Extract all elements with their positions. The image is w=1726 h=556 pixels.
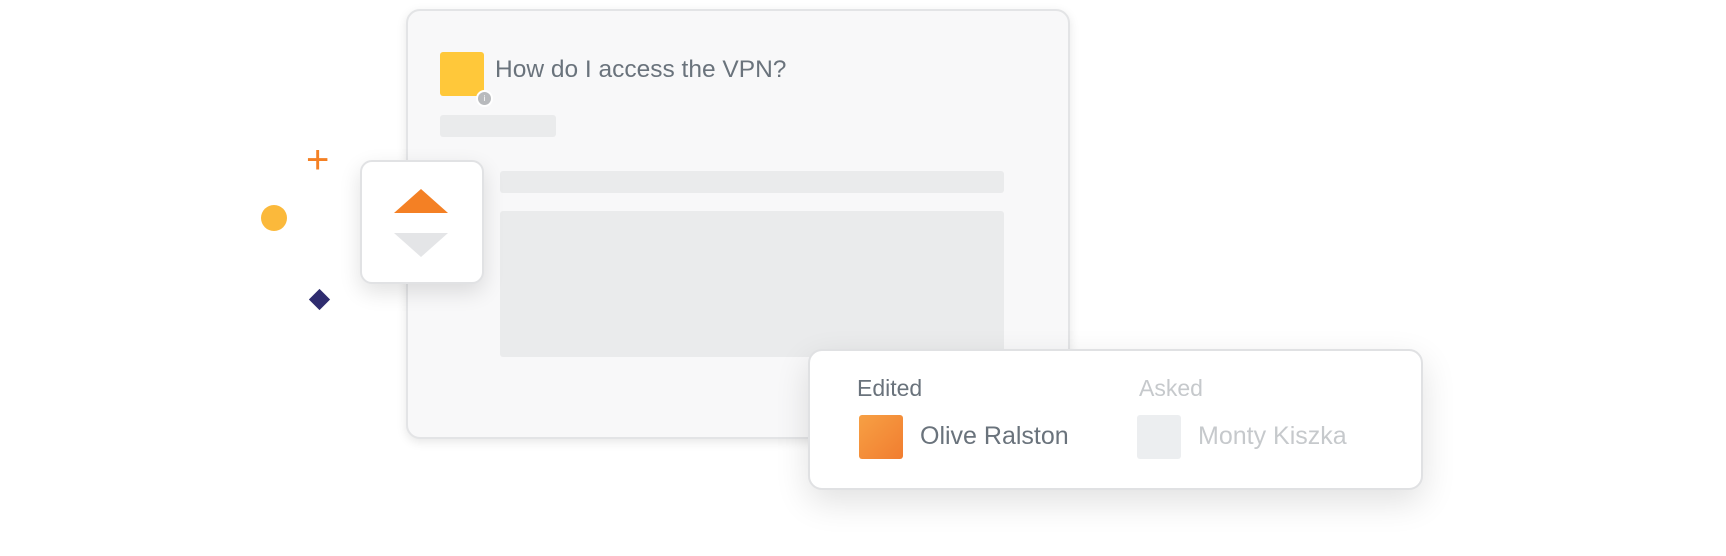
- asker-name[interactable]: Monty Kiszka: [1198, 422, 1347, 451]
- upvote-button[interactable]: [394, 189, 448, 213]
- edited-label: Edited: [857, 375, 923, 401]
- vote-widget: [360, 160, 484, 284]
- diamond-decoration-icon: [308, 288, 331, 311]
- editor-name[interactable]: Olive Ralston: [920, 422, 1069, 451]
- asked-label: Asked: [1139, 375, 1203, 401]
- editor-avatar[interactable]: [859, 415, 903, 459]
- question-author-avatar: [440, 52, 484, 96]
- question-body-block-placeholder: [500, 211, 1004, 357]
- plus-decoration-icon: +: [306, 138, 330, 182]
- circle-decoration-icon: [261, 205, 287, 231]
- asker-avatar[interactable]: [1137, 415, 1181, 459]
- question-meta-placeholder: [440, 115, 556, 137]
- question-title[interactable]: How do I access the VPN?: [495, 56, 786, 84]
- info-badge-icon: i: [476, 90, 493, 107]
- question-body-line-placeholder: [500, 171, 1004, 193]
- downvote-button[interactable]: [394, 233, 448, 257]
